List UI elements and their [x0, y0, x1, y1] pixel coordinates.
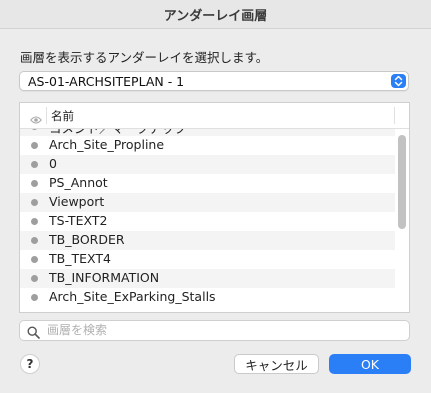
- window-title: アンダーレイ画層: [0, 0, 431, 29]
- layer-name: PS_Annot: [49, 175, 108, 190]
- visibility-dot-icon[interactable]: [31, 161, 38, 168]
- list-item[interactable]: コメント／マークアップ: [20, 129, 395, 136]
- layer-name: TB_TEXT4: [49, 251, 111, 266]
- column-header-name[interactable]: 名前: [51, 108, 74, 124]
- underlay-select[interactable]: AS-01-ARCHSITEPLAN - 1: [19, 71, 409, 91]
- header-divider: [394, 107, 395, 124]
- list-item[interactable]: Arch_Site_Propline: [20, 136, 395, 155]
- underlay-select-value: AS-01-ARCHSITEPLAN - 1: [28, 74, 185, 89]
- layer-name: TB_INFORMATION: [49, 270, 160, 285]
- layer-name: 0: [49, 156, 57, 171]
- layer-name: Arch_Site_Propline: [49, 137, 165, 152]
- visibility-dot-icon[interactable]: [31, 129, 38, 130]
- help-button[interactable]: ?: [20, 354, 40, 374]
- list-item[interactable]: TB_INFORMATION: [20, 269, 395, 288]
- list-item[interactable]: Viewport: [20, 193, 395, 212]
- visibility-dot-icon[interactable]: [31, 275, 38, 282]
- list-item[interactable]: Arch_Site_ExParking_Stalls: [20, 288, 395, 307]
- visibility-dot-icon[interactable]: [31, 199, 38, 206]
- layer-rows: コメント／マークアップ Arch_Site_Propline 0 PS_Anno…: [20, 129, 395, 312]
- list-scrollbar[interactable]: [398, 135, 406, 229]
- instruction-text: 画層を表示するアンダーレイを選択します。: [20, 50, 269, 65]
- visibility-dot-icon[interactable]: [31, 142, 38, 149]
- layer-list[interactable]: 名前 コメント／マークアップ Arch_Site_Propline 0 PS_A…: [19, 102, 410, 313]
- search-input[interactable]: [47, 322, 397, 338]
- visibility-dot-icon[interactable]: [31, 294, 38, 301]
- layer-list-header: 名前: [20, 103, 409, 129]
- list-item[interactable]: 0: [20, 155, 395, 174]
- ok-button[interactable]: OK: [329, 354, 411, 374]
- visibility-dot-icon[interactable]: [31, 218, 38, 225]
- visibility-dot-icon[interactable]: [31, 180, 38, 187]
- list-item[interactable]: PS_Annot: [20, 174, 395, 193]
- visibility-dot-icon[interactable]: [31, 256, 38, 263]
- layer-name: TB_BORDER: [49, 232, 125, 247]
- list-item[interactable]: TB_BORDER: [20, 231, 395, 250]
- header-divider: [46, 107, 47, 124]
- cancel-button[interactable]: キャンセル: [234, 354, 319, 374]
- eye-icon[interactable]: [30, 110, 42, 129]
- list-item[interactable]: TB_TEXT4: [20, 250, 395, 269]
- search-icon: [27, 324, 40, 343]
- list-item[interactable]: TS-TEXT2: [20, 212, 395, 231]
- layer-name: Arch_Site_ExParking_Stalls: [49, 289, 216, 304]
- layer-name: TS-TEXT2: [49, 213, 108, 228]
- visibility-dot-icon[interactable]: [31, 237, 38, 244]
- layer-search[interactable]: [19, 320, 410, 341]
- layer-name: Viewport: [49, 194, 105, 209]
- updown-chevron-icon[interactable]: [391, 74, 406, 88]
